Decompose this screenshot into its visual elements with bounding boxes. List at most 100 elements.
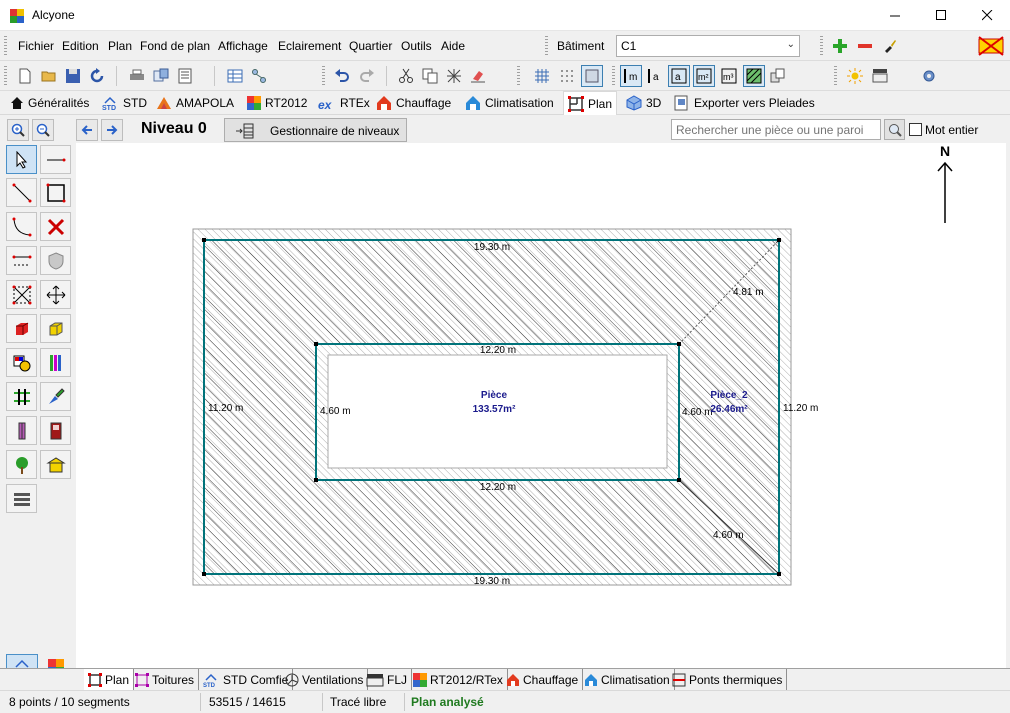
show-m3-button[interactable]: m³: [718, 65, 740, 87]
whole-word-checkbox[interactable]: [909, 123, 922, 136]
close-button[interactable]: [964, 0, 1010, 31]
toolbar-grip[interactable]: [820, 36, 823, 56]
bottom-tab-ventilations[interactable]: Ventilations: [281, 669, 369, 690]
toolbar-grip[interactable]: [4, 36, 7, 56]
settings-button[interactable]: [918, 65, 940, 87]
scale-tool[interactable]: [6, 280, 37, 309]
menu-quartier[interactable]: Quartier: [349, 39, 392, 53]
bottom-tab-flj[interactable]: FLJ: [362, 669, 413, 690]
show-m2-button[interactable]: m²: [693, 65, 715, 87]
plan-canvas[interactable]: N 19.30 m 19.30 m 11.20 m 11.20 m 12.20 …: [76, 143, 1006, 668]
delete-point-tool[interactable]: [40, 212, 71, 241]
toolbar-grip[interactable]: [545, 36, 548, 56]
tab-std[interactable]: STD STD: [97, 92, 151, 114]
show-hatch-button[interactable]: [743, 65, 765, 87]
tab-rtex[interactable]: ex RTEx: [314, 92, 374, 114]
tab-generalites[interactable]: Généralités: [6, 92, 93, 114]
bottom-tab-chauffage[interactable]: Chauffage: [502, 669, 584, 690]
new-file-button[interactable]: [14, 65, 36, 87]
table-button[interactable]: [224, 65, 246, 87]
zoom-out-button[interactable]: [32, 119, 54, 141]
print-button[interactable]: [126, 65, 148, 87]
zoom-in-button[interactable]: [7, 119, 29, 141]
arc-tool[interactable]: [6, 212, 37, 241]
layers-tool[interactable]: [6, 484, 37, 513]
move-tool[interactable]: [40, 280, 71, 309]
window-tool[interactable]: [6, 416, 37, 445]
wall-type-tool[interactable]: [40, 348, 71, 377]
grid-toggle-button[interactable]: [531, 65, 553, 87]
show-area-button[interactable]: a: [668, 65, 690, 87]
shading-button[interactable]: [869, 65, 891, 87]
search-input[interactable]: [671, 119, 881, 140]
toolbar-grip[interactable]: [612, 66, 615, 86]
show-labels-button[interactable]: a: [644, 65, 666, 87]
menu-outils[interactable]: Outils: [401, 39, 432, 53]
tab-export-pleiades[interactable]: Exporter vers Pleiades: [670, 92, 819, 114]
open-file-button[interactable]: [38, 65, 60, 87]
materials-tool[interactable]: [6, 348, 37, 377]
show-lengths-button[interactable]: m: [620, 65, 642, 87]
menu-plan[interactable]: Plan: [108, 39, 132, 53]
bottom-tab-std-comfie[interactable]: STD STD Comfie: [198, 669, 294, 690]
bottom-tab-plan[interactable]: Plan: [84, 669, 135, 690]
menu-fond-de-plan[interactable]: Fond de plan: [140, 39, 210, 53]
paint-tool[interactable]: [40, 382, 71, 411]
rectangle-tool[interactable]: [40, 178, 71, 207]
report-button[interactable]: [174, 65, 196, 87]
room-tool[interactable]: [6, 314, 37, 343]
redo-button[interactable]: [356, 65, 378, 87]
bottom-tab-climatisation[interactable]: Climatisation: [580, 669, 675, 690]
door-tool[interactable]: [40, 416, 71, 445]
mask-tool[interactable]: [40, 450, 71, 479]
menu-aide[interactable]: Aide: [441, 39, 465, 53]
search-button[interactable]: [884, 119, 905, 140]
save-button[interactable]: [62, 65, 84, 87]
overlap-button[interactable]: [767, 65, 789, 87]
frame-toggle-button[interactable]: [581, 65, 603, 87]
remove-building-button[interactable]: [854, 35, 876, 57]
shield-tool[interactable]: [40, 246, 71, 275]
menu-fichier[interactable]: Fichier: [18, 39, 54, 53]
dot-grid-button[interactable]: [556, 65, 578, 87]
add-building-button[interactable]: [829, 35, 851, 57]
next-level-button[interactable]: [101, 119, 123, 141]
maximize-button[interactable]: [918, 0, 964, 31]
menu-affichage[interactable]: Affichage: [218, 39, 268, 53]
partition-tool[interactable]: [6, 382, 37, 411]
diagonal-wall-tool[interactable]: [6, 178, 37, 207]
cut-button[interactable]: [395, 65, 417, 87]
select-tool[interactable]: [6, 145, 37, 174]
undo-button[interactable]: [331, 65, 353, 87]
menu-edition[interactable]: Edition: [62, 39, 99, 53]
refresh-button[interactable]: [86, 65, 108, 87]
toolbar-grip[interactable]: [4, 66, 7, 86]
batiment-select[interactable]: C1 ⌄: [616, 35, 800, 57]
line-tool[interactable]: [40, 145, 71, 174]
tab-climatisation[interactable]: Climatisation: [461, 92, 558, 114]
tab-3d[interactable]: 3D: [622, 92, 665, 114]
tab-chauffage[interactable]: Chauffage: [372, 92, 455, 114]
minimize-button[interactable]: [872, 0, 918, 31]
edit-building-button[interactable]: [879, 35, 901, 57]
previous-level-button[interactable]: [76, 119, 98, 141]
toolbar-grip[interactable]: [517, 66, 520, 86]
tab-amapola[interactable]: AMAPOLA: [152, 92, 238, 114]
level-manager-button[interactable]: Gestionnaire de niveaux: [224, 118, 407, 142]
bottom-tab-ponts-thermiques[interactable]: Ponts thermiques: [668, 669, 788, 690]
export-button[interactable]: [150, 65, 172, 87]
toolbar-grip[interactable]: [322, 66, 325, 86]
tree-tool[interactable]: [6, 450, 37, 479]
copy-button[interactable]: [419, 65, 441, 87]
dimension-tool[interactable]: [6, 246, 37, 275]
bottom-tab-rt2012-rtex[interactable]: RT2012/RTex: [409, 669, 508, 690]
paste-special-button[interactable]: [443, 65, 465, 87]
zone-tool[interactable]: [40, 314, 71, 343]
erase-button[interactable]: [467, 65, 489, 87]
network-button[interactable]: [248, 65, 270, 87]
bottom-tab-toitures[interactable]: Toitures: [131, 669, 200, 690]
toolbar-grip[interactable]: [834, 66, 837, 86]
sun-button[interactable]: [844, 65, 866, 87]
tab-rt2012[interactable]: RT2012: [243, 92, 311, 114]
cep-off-button[interactable]: [976, 35, 1006, 57]
